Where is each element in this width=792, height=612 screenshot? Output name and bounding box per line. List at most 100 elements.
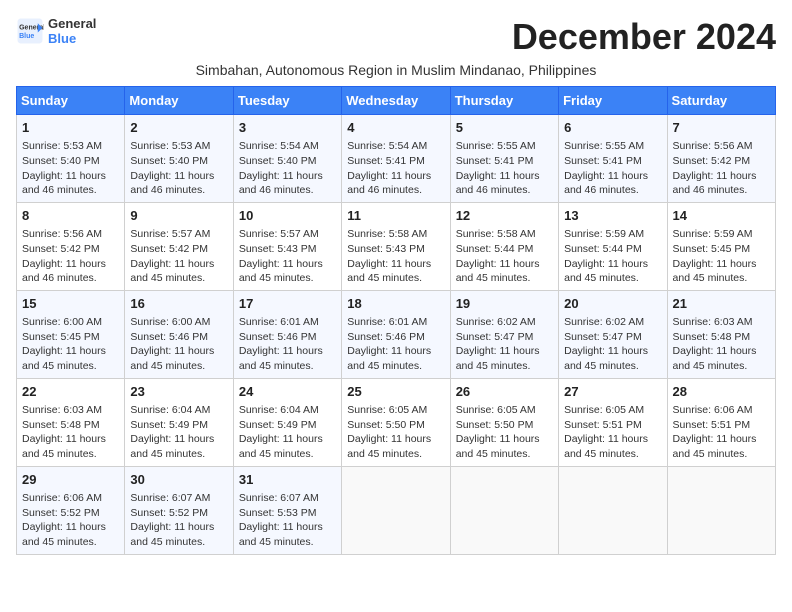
daylight-text: Daylight: 11 hours and 45 minutes. [456,344,553,373]
sunrise-text: Sunrise: 5:56 AM [22,227,119,242]
sunrise-text: Sunrise: 6:03 AM [673,315,770,330]
calendar-cell: 12Sunrise: 5:58 AMSunset: 5:44 PMDayligh… [450,202,558,290]
sunrise-text: Sunrise: 6:02 AM [564,315,661,330]
sunset-text: Sunset: 5:44 PM [456,242,553,257]
calendar-cell: 14Sunrise: 5:59 AMSunset: 5:45 PMDayligh… [667,202,775,290]
daylight-text: Daylight: 11 hours and 46 minutes. [22,257,119,286]
day-number: 1 [22,119,119,137]
sunrise-text: Sunrise: 6:01 AM [239,315,336,330]
sunrise-text: Sunrise: 5:57 AM [130,227,227,242]
sunrise-text: Sunrise: 5:58 AM [456,227,553,242]
sunset-text: Sunset: 5:50 PM [347,418,444,433]
logo: General Blue General Blue [16,16,96,46]
day-number: 11 [347,207,444,225]
day-number: 2 [130,119,227,137]
sunset-text: Sunset: 5:45 PM [22,330,119,345]
sunset-text: Sunset: 5:42 PM [130,242,227,257]
col-header-friday: Friday [559,87,667,115]
day-number: 23 [130,383,227,401]
sunrise-text: Sunrise: 5:55 AM [564,139,661,154]
logo-icon: General Blue [16,17,44,45]
day-number: 19 [456,295,553,313]
day-number: 18 [347,295,444,313]
daylight-text: Daylight: 11 hours and 45 minutes. [22,432,119,461]
calendar-cell [559,466,667,554]
daylight-text: Daylight: 11 hours and 46 minutes. [673,169,770,198]
daylight-text: Daylight: 11 hours and 45 minutes. [673,344,770,373]
day-number: 29 [22,471,119,489]
calendar-cell: 21Sunrise: 6:03 AMSunset: 5:48 PMDayligh… [667,290,775,378]
sunset-text: Sunset: 5:43 PM [347,242,444,257]
daylight-text: Daylight: 11 hours and 45 minutes. [673,432,770,461]
day-number: 27 [564,383,661,401]
day-number: 16 [130,295,227,313]
daylight-text: Daylight: 11 hours and 45 minutes. [564,257,661,286]
sunrise-text: Sunrise: 6:00 AM [22,315,119,330]
week-row-1: 1Sunrise: 5:53 AMSunset: 5:40 PMDaylight… [17,115,776,203]
sunset-text: Sunset: 5:41 PM [347,154,444,169]
daylight-text: Daylight: 11 hours and 46 minutes. [239,169,336,198]
calendar-cell: 6Sunrise: 5:55 AMSunset: 5:41 PMDaylight… [559,115,667,203]
sunrise-text: Sunrise: 6:05 AM [564,403,661,418]
sunset-text: Sunset: 5:49 PM [239,418,336,433]
sunset-text: Sunset: 5:40 PM [239,154,336,169]
day-number: 10 [239,207,336,225]
calendar-cell: 16Sunrise: 6:00 AMSunset: 5:46 PMDayligh… [125,290,233,378]
sunrise-text: Sunrise: 6:07 AM [239,491,336,506]
svg-text:Blue: Blue [19,33,34,40]
col-header-sunday: Sunday [17,87,125,115]
sunrise-text: Sunrise: 5:54 AM [239,139,336,154]
calendar-cell: 18Sunrise: 6:01 AMSunset: 5:46 PMDayligh… [342,290,450,378]
week-row-4: 22Sunrise: 6:03 AMSunset: 5:48 PMDayligh… [17,378,776,466]
calendar-cell: 1 Sunrise: 5:53 AMSunset: 5:40 PMDaylight… [17,115,125,203]
sunset-text: Sunset: 5:47 PM [456,330,553,345]
sunset-text: Sunset: 5:47 PM [564,330,661,345]
day-number: 24 [239,383,336,401]
calendar-cell [342,466,450,554]
calendar-cell: 19Sunrise: 6:02 AMSunset: 5:47 PMDayligh… [450,290,558,378]
calendar-cell: 7Sunrise: 5:56 AMSunset: 5:42 PMDaylight… [667,115,775,203]
calendar-cell: 13Sunrise: 5:59 AMSunset: 5:44 PMDayligh… [559,202,667,290]
calendar-cell: 11Sunrise: 5:58 AMSunset: 5:43 PMDayligh… [342,202,450,290]
day-number: 4 [347,119,444,137]
daylight-text: Daylight: 11 hours and 45 minutes. [564,432,661,461]
col-header-saturday: Saturday [667,87,775,115]
daylight-text: Daylight: 11 hours and 46 minutes. [564,169,661,198]
daylight-text: Daylight: 11 hours and 45 minutes. [239,257,336,286]
calendar-cell: 5Sunrise: 5:55 AMSunset: 5:41 PMDaylight… [450,115,558,203]
sunset-text: Sunset: 5:46 PM [239,330,336,345]
daylight-text: Daylight: 11 hours and 45 minutes. [239,344,336,373]
daylight-text: Daylight: 11 hours and 46 minutes. [130,169,227,198]
calendar-cell: 4Sunrise: 5:54 AMSunset: 5:41 PMDaylight… [342,115,450,203]
sunset-text: Sunset: 5:40 PM [22,154,119,169]
sunset-text: Sunset: 5:53 PM [239,506,336,521]
calendar-cell: 23Sunrise: 6:04 AMSunset: 5:49 PMDayligh… [125,378,233,466]
daylight-text: Daylight: 11 hours and 45 minutes. [239,520,336,549]
daylight-text: Daylight: 11 hours and 45 minutes. [130,344,227,373]
daylight-text: Daylight: 11 hours and 45 minutes. [239,432,336,461]
daylight-text: Daylight: 11 hours and 45 minutes. [347,432,444,461]
sunset-text: Sunset: 5:49 PM [130,418,227,433]
day-number: 13 [564,207,661,225]
daylight-text: Daylight: 11 hours and 45 minutes. [22,344,119,373]
col-header-tuesday: Tuesday [233,87,341,115]
daylight-text: Daylight: 11 hours and 46 minutes. [22,169,119,198]
day-number: 7 [673,119,770,137]
calendar-header-row: SundayMondayTuesdayWednesdayThursdayFrid… [17,87,776,115]
day-number: 17 [239,295,336,313]
daylight-text: Daylight: 11 hours and 45 minutes. [347,344,444,373]
day-number: 25 [347,383,444,401]
day-number: 22 [22,383,119,401]
sunset-text: Sunset: 5:51 PM [673,418,770,433]
sunset-text: Sunset: 5:42 PM [673,154,770,169]
sunrise-text: Sunrise: 5:53 AM [130,139,227,154]
sunrise-text: Sunrise: 6:06 AM [673,403,770,418]
daylight-text: Daylight: 11 hours and 45 minutes. [456,432,553,461]
sunrise-text: Sunrise: 6:01 AM [347,315,444,330]
day-number: 3 [239,119,336,137]
sunrise-text: Sunrise: 5:53 AM [22,139,119,154]
sunset-text: Sunset: 5:43 PM [239,242,336,257]
logo-text: General Blue [48,16,96,46]
day-number: 12 [456,207,553,225]
day-number: 31 [239,471,336,489]
